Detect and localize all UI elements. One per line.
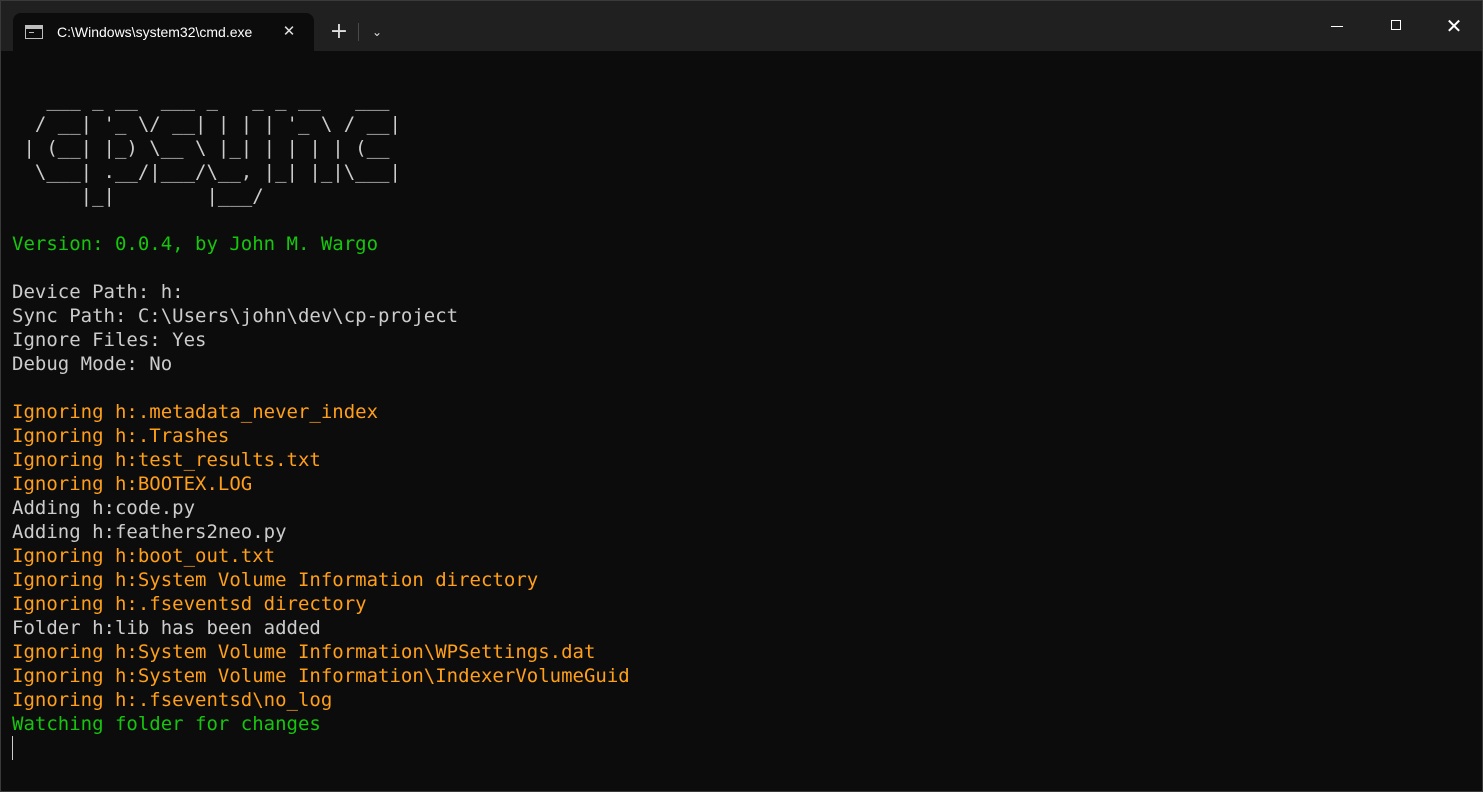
log-line: Watching folder for changes xyxy=(12,713,321,735)
terminal-window: C:\Windows\system32\cmd.exe ✕ + ⌄ ✕ ___ … xyxy=(0,0,1483,792)
log-line: Ignoring h:System Volume Information\Ind… xyxy=(12,665,630,687)
log-line: Ignoring h:.fseventsd directory xyxy=(12,593,367,615)
log-line: Ignoring h:.metadata_never_index xyxy=(12,401,379,423)
banner-line: / __| '_ \/ __| | | | '_ \ / __| xyxy=(12,113,401,135)
maximize-icon xyxy=(1391,20,1401,30)
banner-line: ___ _ __ ___ _ _ _ __ ___ xyxy=(12,89,390,111)
log-line: Ignoring h:BOOTEX.LOG xyxy=(12,473,253,495)
close-window-button[interactable]: ✕ xyxy=(1426,1,1482,51)
title-bar[interactable]: C:\Windows\system32\cmd.exe ✕ + ⌄ ✕ xyxy=(1,1,1482,51)
chevron-down-icon[interactable]: ⌄ xyxy=(363,17,391,47)
tab-title: C:\Windows\system32\cmd.exe xyxy=(57,24,253,40)
config-line: Sync Path: C:\Users\john\dev\cp-project xyxy=(12,305,459,327)
config-line: Device Path: h: xyxy=(12,281,184,303)
log-line: Ignoring h:System Volume Information dir… xyxy=(12,569,539,591)
config-line: Ignore Files: Yes xyxy=(12,329,207,351)
log-line: Ignoring h:.Trashes xyxy=(12,425,230,447)
version-line: Version: 0.0.4, by John M. Wargo xyxy=(12,233,379,255)
console-output[interactable]: ___ _ __ ___ _ _ _ __ ___ / __| '_ \/ __… xyxy=(12,88,1472,760)
minimize-icon xyxy=(1331,26,1343,27)
log-line: Ignoring h:System Volume Information\WPS… xyxy=(12,641,596,663)
text-cursor xyxy=(12,736,13,760)
tab-separator xyxy=(358,23,359,41)
config-line: Debug Mode: No xyxy=(12,353,173,375)
banner-line: \___| .__/|___/\__, |_| |_|\___| xyxy=(12,161,401,183)
log-line: Folder h:lib has been added xyxy=(12,617,321,639)
prompt-line[interactable] xyxy=(12,736,1472,760)
banner-line: | (__| |_) \__ \ |_| | | | | (__ xyxy=(12,137,390,159)
log-line: Adding h:code.py xyxy=(12,497,196,519)
close-tab-icon[interactable]: ✕ xyxy=(277,19,301,43)
log-line: Ignoring h:test_results.txt xyxy=(12,449,321,471)
minimize-button[interactable] xyxy=(1309,1,1365,51)
log-line: Adding h:feathers2neo.py xyxy=(12,521,287,543)
log-line: Ignoring h:boot_out.txt xyxy=(12,545,276,567)
new-tab-button[interactable]: + xyxy=(323,17,355,47)
banner-line: |_| |___/ xyxy=(12,185,264,207)
log-line: Ignoring h:.fseventsd\no_log xyxy=(12,689,333,711)
close-icon: ✕ xyxy=(1445,14,1463,38)
tab-cmd[interactable]: C:\Windows\system32\cmd.exe ✕ xyxy=(13,13,314,51)
maximize-button[interactable] xyxy=(1368,1,1424,51)
terminal-icon xyxy=(25,25,43,39)
